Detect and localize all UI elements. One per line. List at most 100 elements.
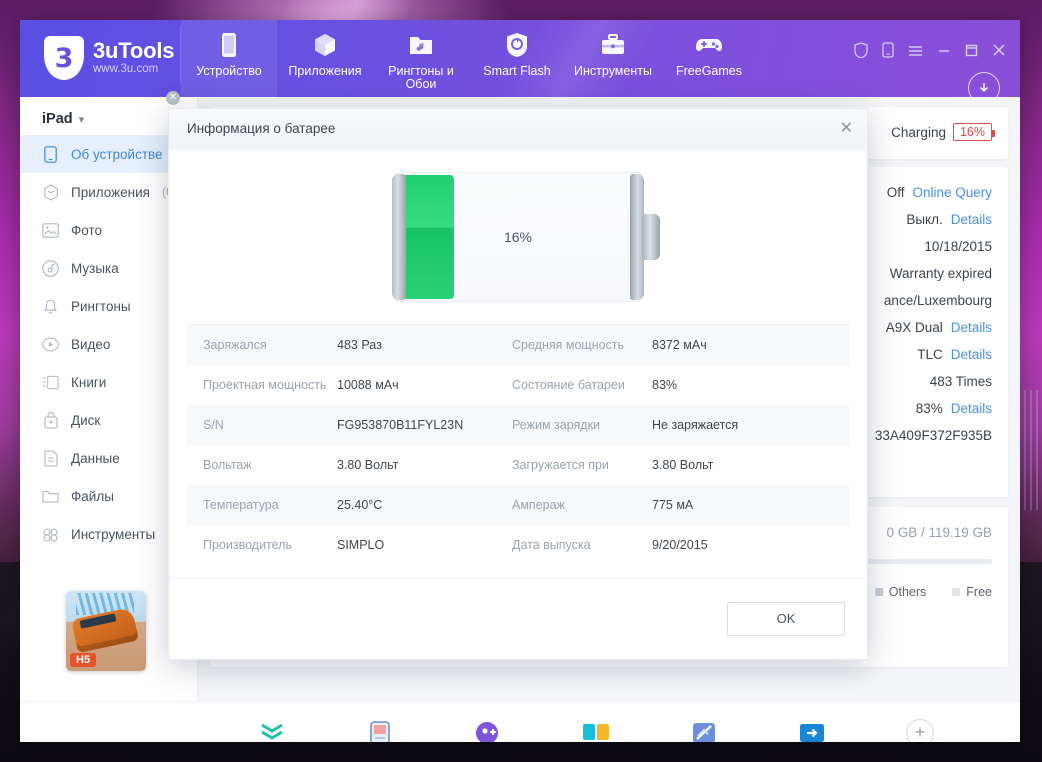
dock-item-customize[interactable]: + Customize: [868, 718, 972, 742]
minimize-icon[interactable]: [937, 44, 951, 62]
row-value-2: Не заряжается: [652, 418, 739, 432]
info-row: Выкл. Details: [906, 212, 992, 227]
battery-terminal: [642, 213, 660, 260]
battery-details-table: Заряжался 483 Раз Средняя мощность 8372 …: [187, 324, 849, 565]
close-icon[interactable]: [992, 43, 1006, 62]
row-value-2: 83%: [652, 378, 678, 392]
row-key: Проектная мощность: [203, 378, 327, 392]
plus-circle-icon: +: [906, 718, 934, 742]
row-value: FG953870B11FYL23N: [337, 418, 464, 432]
dialog-title: Информация о батарее: [187, 121, 336, 136]
tab-device[interactable]: Устройство: [181, 20, 277, 97]
tab-ringtones[interactable]: Рингтоны и Обои: [373, 20, 469, 91]
row-key: Заряжался: [203, 338, 267, 352]
legend-swatch: [874, 588, 883, 596]
dock-item-backup-restore[interactable]: Резерв...сстан.: [220, 720, 324, 743]
airplayer-icon: [369, 720, 391, 742]
info-value: Off: [886, 185, 905, 200]
app-window: 3 3uTools www.3u.com Устройство Приложен…: [20, 20, 1020, 742]
data-file-icon: [42, 449, 59, 467]
sidebar-item-label: Диск: [71, 412, 101, 428]
sidebar-item-label: Фото: [71, 222, 103, 238]
details-link[interactable]: Details: [951, 401, 992, 416]
tab-device-label: Устройство: [196, 64, 262, 78]
tab-smart-flash[interactable]: Smart Flash: [469, 20, 565, 78]
info-row: 483 Times: [930, 374, 992, 389]
sidebar-item-label: Об устройстве: [71, 146, 163, 162]
battery-graphic-area: 16%: [169, 149, 867, 324]
phone-icon[interactable]: [882, 42, 894, 63]
details-link[interactable]: Details: [951, 212, 992, 227]
brand-name: 3uTools: [93, 38, 175, 63]
gamepad-icon: [695, 30, 723, 60]
legend-label: Free: [966, 585, 992, 599]
table-row: Температура 25.40°C Ампераж 775 мА: [187, 485, 849, 525]
legend-swatch: [952, 588, 961, 596]
table-row: S/N FG953870B11FYL23N Режим зарядки Не з…: [187, 405, 849, 445]
chevron-down-icon: ▾: [78, 113, 85, 126]
sidebar-item-label: Файлы: [71, 488, 114, 504]
sidebar-item-label: Приложения: [71, 184, 150, 200]
dock-item-migrate-data[interactable]: Перен...анных: [760, 720, 864, 743]
make-ringtone-icon: [475, 720, 501, 742]
ringtones-folder-icon: [408, 30, 434, 60]
shield-icon[interactable]: [854, 42, 868, 63]
tab-tools[interactable]: Инструменты: [565, 20, 661, 78]
table-row: Заряжался 483 Раз Средняя мощность 8372 …: [187, 325, 849, 365]
menu-icon[interactable]: [908, 44, 923, 62]
row-value: 3.80 Вольт: [337, 458, 399, 472]
device-outline-icon: [42, 145, 59, 163]
battery-percent-badge: 16%: [952, 123, 996, 141]
legend-others: Others: [874, 585, 926, 599]
row-key-2: Режим зарядки: [512, 418, 601, 432]
device-icon: [221, 30, 237, 60]
online-query-link[interactable]: Online Query: [912, 185, 992, 200]
dock-item-airplayer[interactable]: 3uAirPlayer: [328, 720, 432, 742]
row-key: Температура: [203, 498, 279, 512]
row-value: SIMPLO: [337, 538, 385, 552]
promo-ad-thumbnail[interactable]: H5: [66, 591, 146, 671]
info-row: Off Online Query: [887, 185, 992, 200]
dock-item-block-updates[interactable]: Блоки...лений: [652, 720, 756, 742]
app-logo: 3 3uTools www.3u.com: [20, 20, 180, 80]
dock-item-edit-icons[interactable]: Редакт. значков: [544, 720, 648, 743]
tab-freegames[interactable]: FreeGames: [661, 20, 757, 78]
smart-flash-icon: [505, 30, 529, 60]
info-row: 10/18/2015: [924, 239, 992, 254]
maximize-icon[interactable]: [965, 44, 978, 62]
cube-outline-icon: [42, 183, 59, 201]
ad-close-icon[interactable]: ✕: [166, 91, 180, 105]
row-value-2: 8372 мАч: [652, 338, 707, 352]
window-controls: [854, 42, 1006, 63]
tab-ringtones-label: Рингтоны и Обои: [388, 64, 454, 91]
info-row: ance/Luxembourg: [884, 293, 992, 308]
ok-button[interactable]: OK: [727, 601, 845, 636]
tab-tools-label: Инструменты: [574, 64, 652, 78]
charging-status-row: Charging 16%: [891, 123, 996, 141]
sidebar-item-label: Данные: [71, 450, 120, 466]
row-value-2: 3.80 Вольт: [652, 458, 714, 472]
tab-smart-flash-label: Smart Flash: [483, 64, 551, 78]
dock-item-make-ringtone[interactable]: Создат...ингтон: [436, 720, 540, 742]
tab-apps-label: Приложения: [288, 64, 362, 78]
info-value: Warranty expired: [889, 266, 992, 281]
tab-freegames-label: FreeGames: [676, 64, 742, 78]
bell-icon: [42, 298, 59, 315]
row-key-2: Дата выпуска: [512, 538, 591, 552]
row-value-2: 775 мА: [652, 498, 694, 512]
music-disc-icon: [42, 259, 59, 277]
table-row: Проектная мощность 10088 мАч Состояние б…: [187, 365, 849, 405]
sidebar-item-label: Инструменты: [71, 526, 156, 542]
sidebar-item-label: Рингтоны: [71, 298, 131, 314]
toolbar-nav: Устройство Приложения Рингтоны и Обои Sm…: [181, 20, 757, 97]
details-link[interactable]: Details: [951, 320, 992, 335]
sidebar-item-label: Видео: [71, 336, 111, 352]
edit-icons-icon: [581, 720, 611, 743]
dialog-close-icon[interactable]: ✕: [840, 120, 853, 137]
details-link[interactable]: Details: [951, 347, 992, 362]
tab-apps[interactable]: Приложения: [277, 20, 373, 78]
info-row: 33A409F372F935B: [875, 428, 992, 443]
row-key-2: Ампераж: [512, 498, 565, 512]
info-row: A9X Dual Details: [886, 320, 992, 335]
battery-graphic: 16%: [392, 171, 660, 302]
